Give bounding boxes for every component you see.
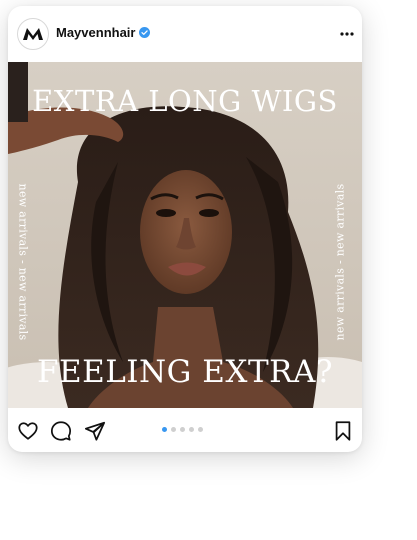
comment-icon[interactable] <box>50 420 72 442</box>
side-text-right: new arrivals - new arrivals <box>333 183 347 341</box>
side-text-left: new arrivals - new arrivals <box>16 183 30 341</box>
action-bar <box>8 408 362 452</box>
send-icon[interactable] <box>84 420 106 442</box>
post-image[interactable]: EXTRA LONG WIGS new arrivals - new arriv… <box>8 62 362 408</box>
headline-bottom: FEELING EXTRA? <box>36 354 334 390</box>
username-row: Mayvennhair <box>56 25 151 40</box>
carousel-dot <box>189 427 194 432</box>
bookmark-icon[interactable] <box>332 420 354 442</box>
heart-icon[interactable] <box>17 420 39 442</box>
mayvenn-logo-icon <box>23 28 43 40</box>
username[interactable]: Mayvennhair <box>56 25 135 40</box>
carousel-dot <box>180 427 185 432</box>
carousel-dot <box>198 427 203 432</box>
verified-badge-icon <box>139 27 151 38</box>
post-header: Mayvennhair <box>8 6 362 62</box>
carousel-dot-active <box>162 427 167 432</box>
ellipsis-horizontal-icon[interactable] <box>339 26 355 42</box>
instagram-post-card: Mayvennhair EXTRA LONG WIGS new arrivals… <box>8 6 362 452</box>
carousel-indicator <box>162 427 203 432</box>
avatar[interactable] <box>17 18 49 50</box>
carousel-dot <box>171 427 176 432</box>
headline-top: EXTRA LONG WIGS <box>32 84 338 118</box>
